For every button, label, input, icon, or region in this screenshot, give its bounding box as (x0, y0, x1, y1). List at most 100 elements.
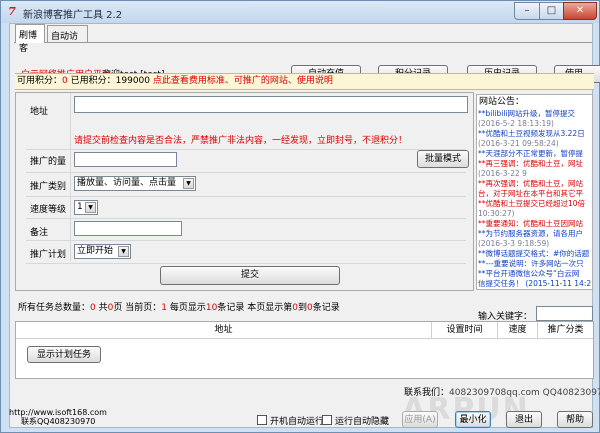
form-row-line (26, 172, 466, 173)
announcement-list: **bilibili网站升级，暂停提交 (2016-5-2 18:13:19) **… (477, 109, 592, 290)
speed-value: 1 (77, 202, 83, 212)
task-table: 地址 设置时间 速度 推广分类 显示计划任务 (15, 321, 594, 379)
minimize-window-button[interactable]: – (514, 2, 540, 20)
table-header: 地址 设置时间 速度 推广分类 (16, 322, 593, 339)
chevron-down-icon: ▼ (183, 178, 194, 189)
minimize-icon: – (524, 5, 530, 16)
auto-hide-checkbox[interactable]: 运行自动隐藏 (322, 414, 389, 427)
current-page-label: 当前页： (125, 303, 162, 313)
page-count-label: 共 (98, 303, 108, 313)
form-row-line (26, 240, 466, 241)
keyword-input[interactable] (536, 306, 593, 321)
announcement-item[interactable]: **重要通知：优酷和土豆因网站 (477, 219, 592, 229)
announcement-item[interactable]: (2016-5-2 18:13:19) (477, 119, 592, 129)
maximize-icon: □ (546, 5, 557, 16)
title-bar[interactable]: 7 新浪博客推广工具 2.2 – □ ✕ (1, 1, 599, 23)
announcement-item[interactable]: **平台开通微信公众号“白云网 (477, 269, 592, 279)
client-area: 刷博客 自动访客 白云网络推广用户平台 欢迎test [test] 自动充值 积… (9, 23, 600, 428)
checkbox-icon (322, 415, 332, 425)
speed-label: 速度等级 (30, 205, 67, 215)
maximize-window-button[interactable]: □ (539, 2, 564, 20)
available-points-label: 可用积分： (17, 76, 63, 86)
available-points: 0 (62, 76, 68, 86)
announcement-item[interactable]: 信提交任务！ (2015-11-11 14:2 (477, 279, 592, 289)
range-unit: 条记录 (312, 303, 340, 313)
used-points: 199000 (115, 76, 150, 86)
promo-type-value: 播放量、访问量、点击量 (77, 178, 177, 188)
announcement-item[interactable]: 10:30:27) (477, 209, 592, 219)
form-row-line (26, 196, 466, 197)
show-plans-button[interactable]: 显示计划任务 (27, 346, 101, 363)
promo-type-label: 推广类别 (30, 182, 67, 192)
announcement-item[interactable]: **由于很难杜绝用户推广违法论 (477, 289, 592, 290)
address-input[interactable] (74, 96, 468, 113)
address-label: 地址 (30, 107, 49, 117)
submit-button[interactable]: 提交 (160, 266, 340, 285)
column-header-category[interactable]: 推广分类 (538, 322, 593, 339)
announcement-item[interactable]: **再次强调：优酷和土豆，网站 (477, 179, 592, 189)
announcement-item[interactable]: **bilibili网站升级，暂停提交 (477, 109, 592, 119)
announcement-item[interactable]: **优酷和土豆提交已经超过10倍 (477, 199, 592, 209)
note-input[interactable] (74, 221, 182, 236)
batch-mode-button[interactable]: 批量模式 (417, 150, 469, 168)
total-tasks: 0 (90, 303, 96, 313)
plan-value: 立即开始 (77, 246, 114, 256)
task-summary: 所有任务总数量：0 共0页 当前页：1 每页显示10条记录 本页显示第0到0条记… (18, 300, 340, 313)
announcement-item[interactable]: **优酷和土豆视频发现从3.22日 (477, 129, 592, 139)
announcement-item[interactable]: **微博话题提交格式：#你的话题 (477, 249, 592, 259)
per-page-unit: 条记录 (217, 303, 245, 313)
form-row-line (26, 263, 466, 264)
announcement-item[interactable]: **天涯部分不正常更新，暂停提 (477, 149, 592, 159)
app-logo-icon: 7 (8, 5, 16, 18)
range-label: 本页显示第 (247, 303, 293, 313)
form-row-line (26, 149, 466, 150)
bottom-info: http://www.isoft168.com 联系QQ408230970 (9, 408, 107, 426)
promo-count-input[interactable] (74, 152, 177, 167)
close-window-button[interactable]: ✕ (563, 2, 597, 20)
task-form: 地址 请提交前检查内容是否合法，严禁推广非法内容，一经发现，立即封号，不退积分！… (15, 92, 474, 291)
help-button[interactable]: 帮助 (557, 411, 593, 428)
pricing-link[interactable]: 点此查看费用标准、可推广的网站、使用说明 (153, 76, 333, 86)
contact-email: 4082309708qq.com (449, 388, 540, 398)
current-page: 1 (161, 303, 168, 313)
column-header-speed[interactable]: 速度 (498, 322, 538, 339)
range-to-label: 到 (298, 303, 308, 313)
auto-run-label: 开机自动运行 (270, 417, 325, 427)
contact-info: 联系我们：4082309708qq.com QQ408230970 (404, 385, 600, 398)
checkbox-icon (257, 415, 267, 425)
speed-select[interactable]: 1 ▼ (74, 200, 98, 215)
app-window: 7 新浪博客推广工具 2.2 – □ ✕ 刷博客 自动访客 白云网络推广用户平台… (0, 0, 600, 433)
tab-auto-visitor[interactable]: 自动访客 (47, 25, 88, 55)
form-row-line (26, 218, 466, 219)
column-header-time[interactable]: 设置时间 (432, 322, 498, 339)
chevron-down-icon: ▼ (118, 246, 129, 257)
points-bar: 可用积分：0 已用积分：199000 点此查看费用标准、可推广的网站、使用说明 (15, 73, 594, 90)
announcement-item[interactable]: (2016-3-22 9 (477, 169, 592, 179)
promo-count-label: 推广的量 (30, 157, 67, 167)
announcement-item[interactable]: **---重要说明：许多网站一次只 (477, 259, 592, 269)
announcement-item[interactable]: (2016-3-21 09:58:24) (477, 139, 592, 149)
used-points-label: 已用积分： (70, 76, 116, 86)
announcement-item[interactable]: **为节约服务器资源，请各用户 (477, 229, 592, 239)
contact-qq: QQ408230970 (542, 388, 600, 398)
column-header-address[interactable]: 地址 (16, 322, 432, 339)
note-label: 备注 (30, 228, 49, 238)
plan-select[interactable]: 立即开始 ▼ (74, 244, 131, 259)
announcement-item[interactable]: (2016-3-3 9:18:59) (477, 239, 592, 249)
content-warning: 请提交前检查内容是否合法，严禁推广非法内容，一经发现，立即封号，不退积分！ (74, 136, 408, 146)
minimize-button[interactable]: 最小化 (455, 411, 491, 428)
announcement-item[interactable]: **再三强调：优酷和土豆，网址 (477, 159, 592, 169)
per-page-label: 每页显示 (169, 303, 206, 313)
apply-button[interactable]: 应用(A) (402, 411, 438, 428)
plan-label: 推广计划 (30, 250, 67, 260)
auto-run-checkbox[interactable]: 开机自动运行 (257, 414, 324, 427)
page-count-unit: 页 (113, 303, 123, 313)
total-tasks-label: 所有任务总数量： (18, 303, 91, 313)
exit-button[interactable]: 退出 (506, 411, 542, 428)
promo-type-select[interactable]: 播放量、访问量、点击量 ▼ (74, 176, 196, 191)
tab-blog[interactable]: 刷博客 (15, 24, 45, 54)
announcement-item[interactable]: 台，对于网址在本平台和其它平 (477, 189, 592, 199)
announcement-panel: 网站公告： **bilibili网站升级，暂停提交 (2016-5-2 18:13… (476, 94, 593, 290)
chevron-down-icon: ▼ (85, 202, 96, 213)
website-url[interactable]: http://www.isoft168.com (9, 408, 107, 417)
